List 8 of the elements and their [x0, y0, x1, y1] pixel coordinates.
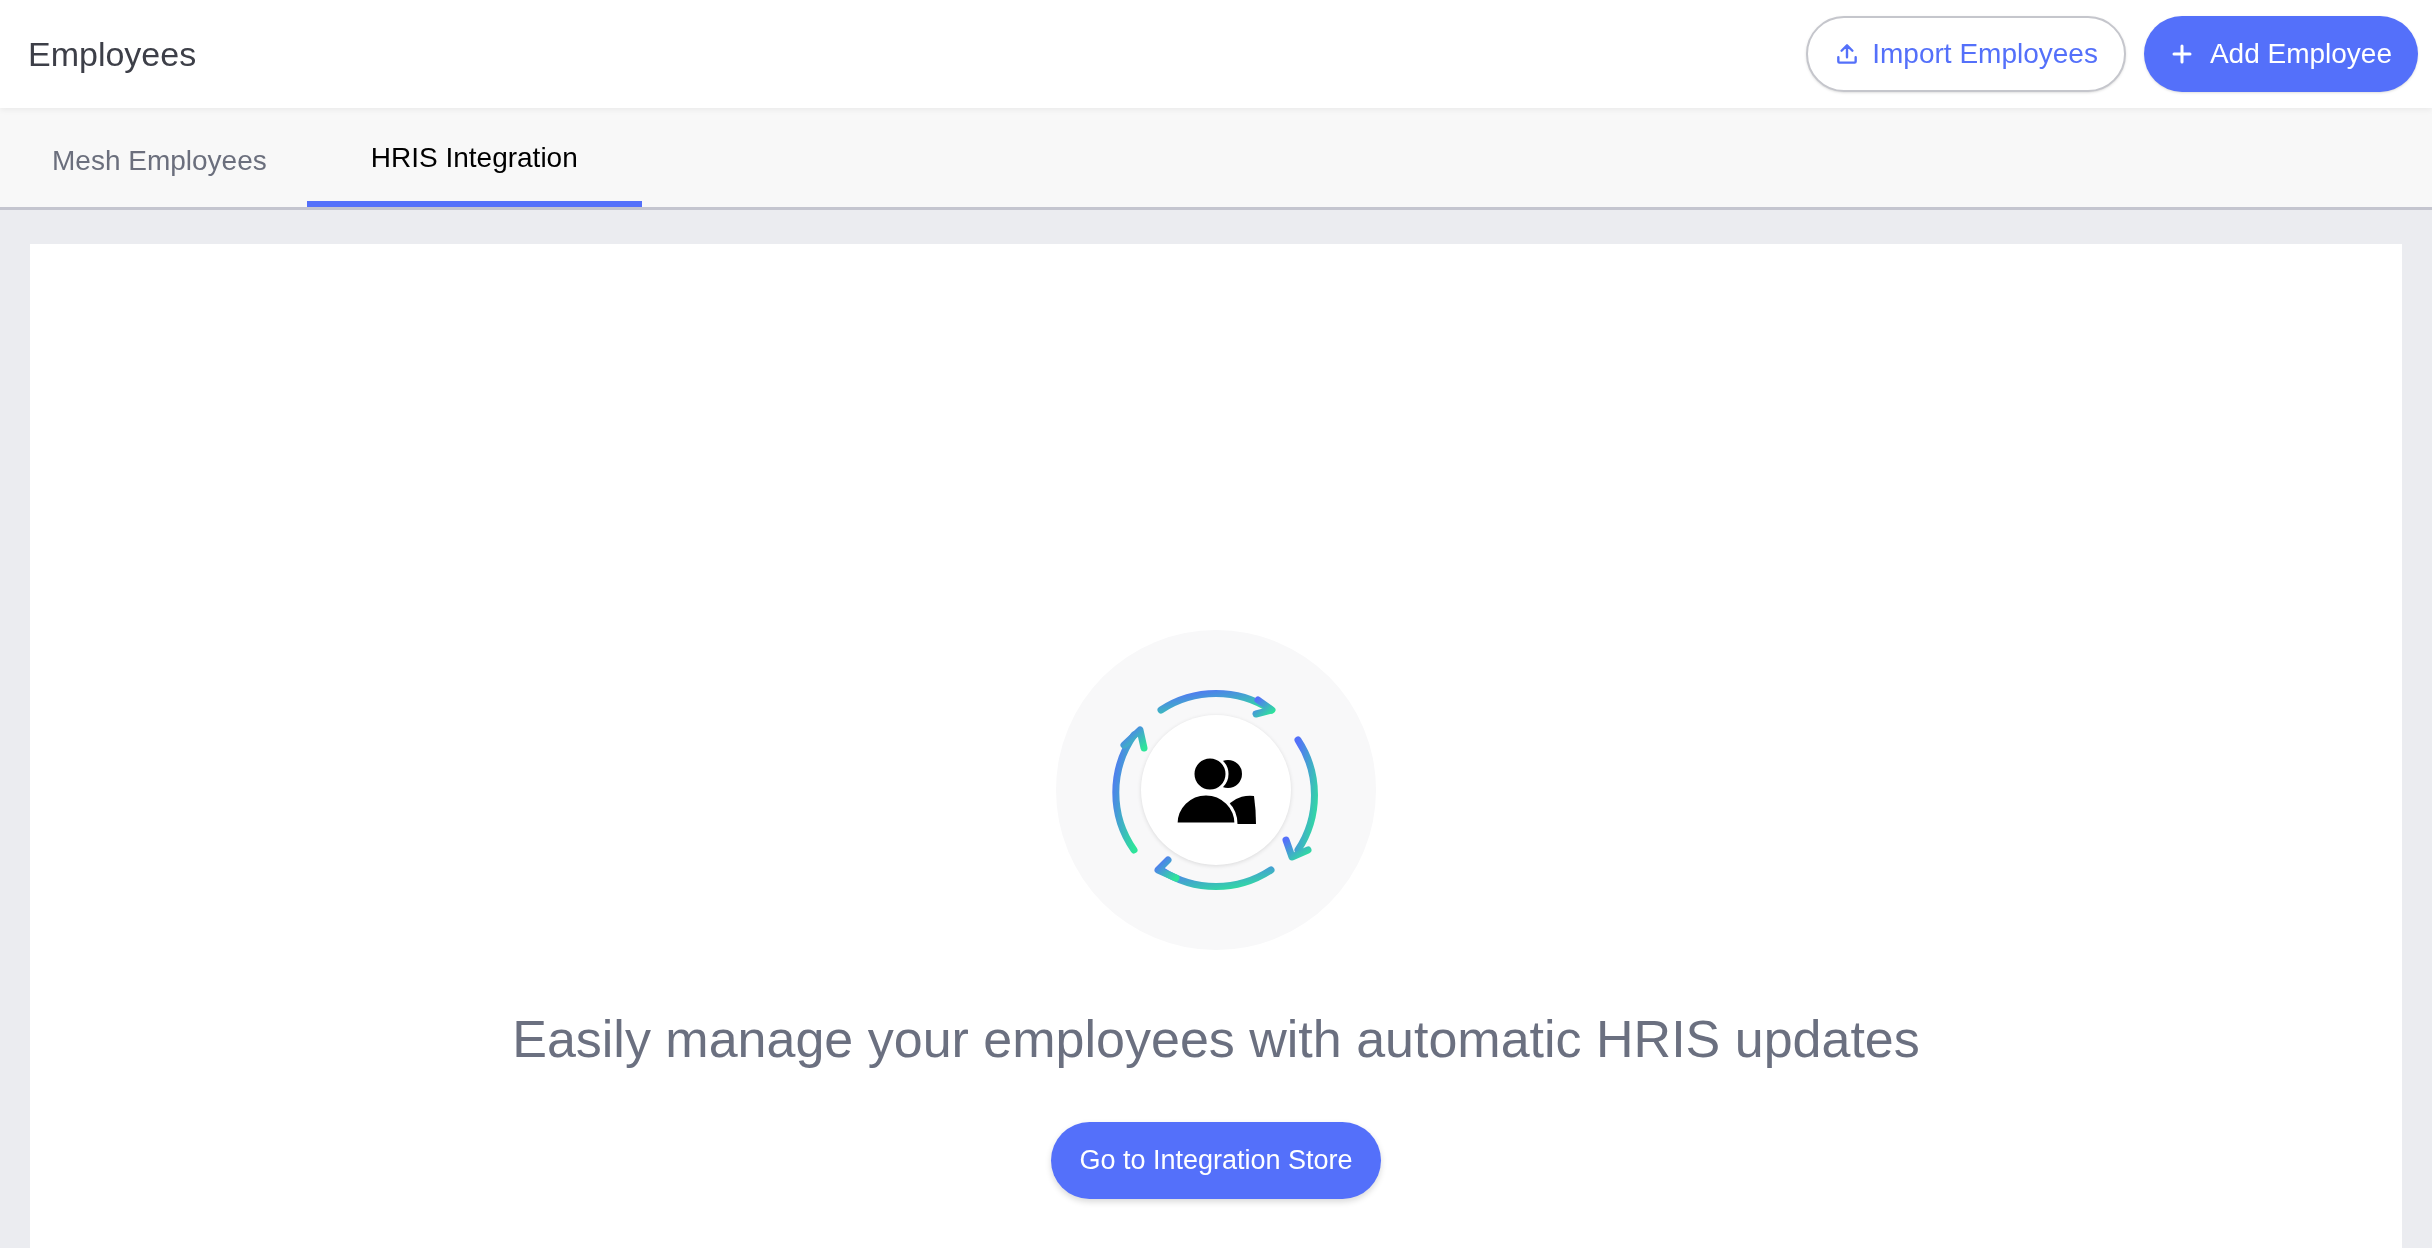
- empty-state-message: Easily manage your employees with automatic HRIS updates: [512, 1009, 1920, 1070]
- tab[interactable]: HRIS Integration: [306, 108, 642, 207]
- people-icon: [1176, 756, 1256, 824]
- tab[interactable]: Mesh Employees: [12, 108, 307, 207]
- import-button[interactable]: Import Employees: [1806, 16, 2126, 92]
- add-button[interactable]: Add Employee: [2143, 16, 2418, 92]
- page-title: Employees: [28, 33, 197, 75]
- integration-store-button[interactable]: Go to Integration Store: [1051, 1122, 1381, 1199]
